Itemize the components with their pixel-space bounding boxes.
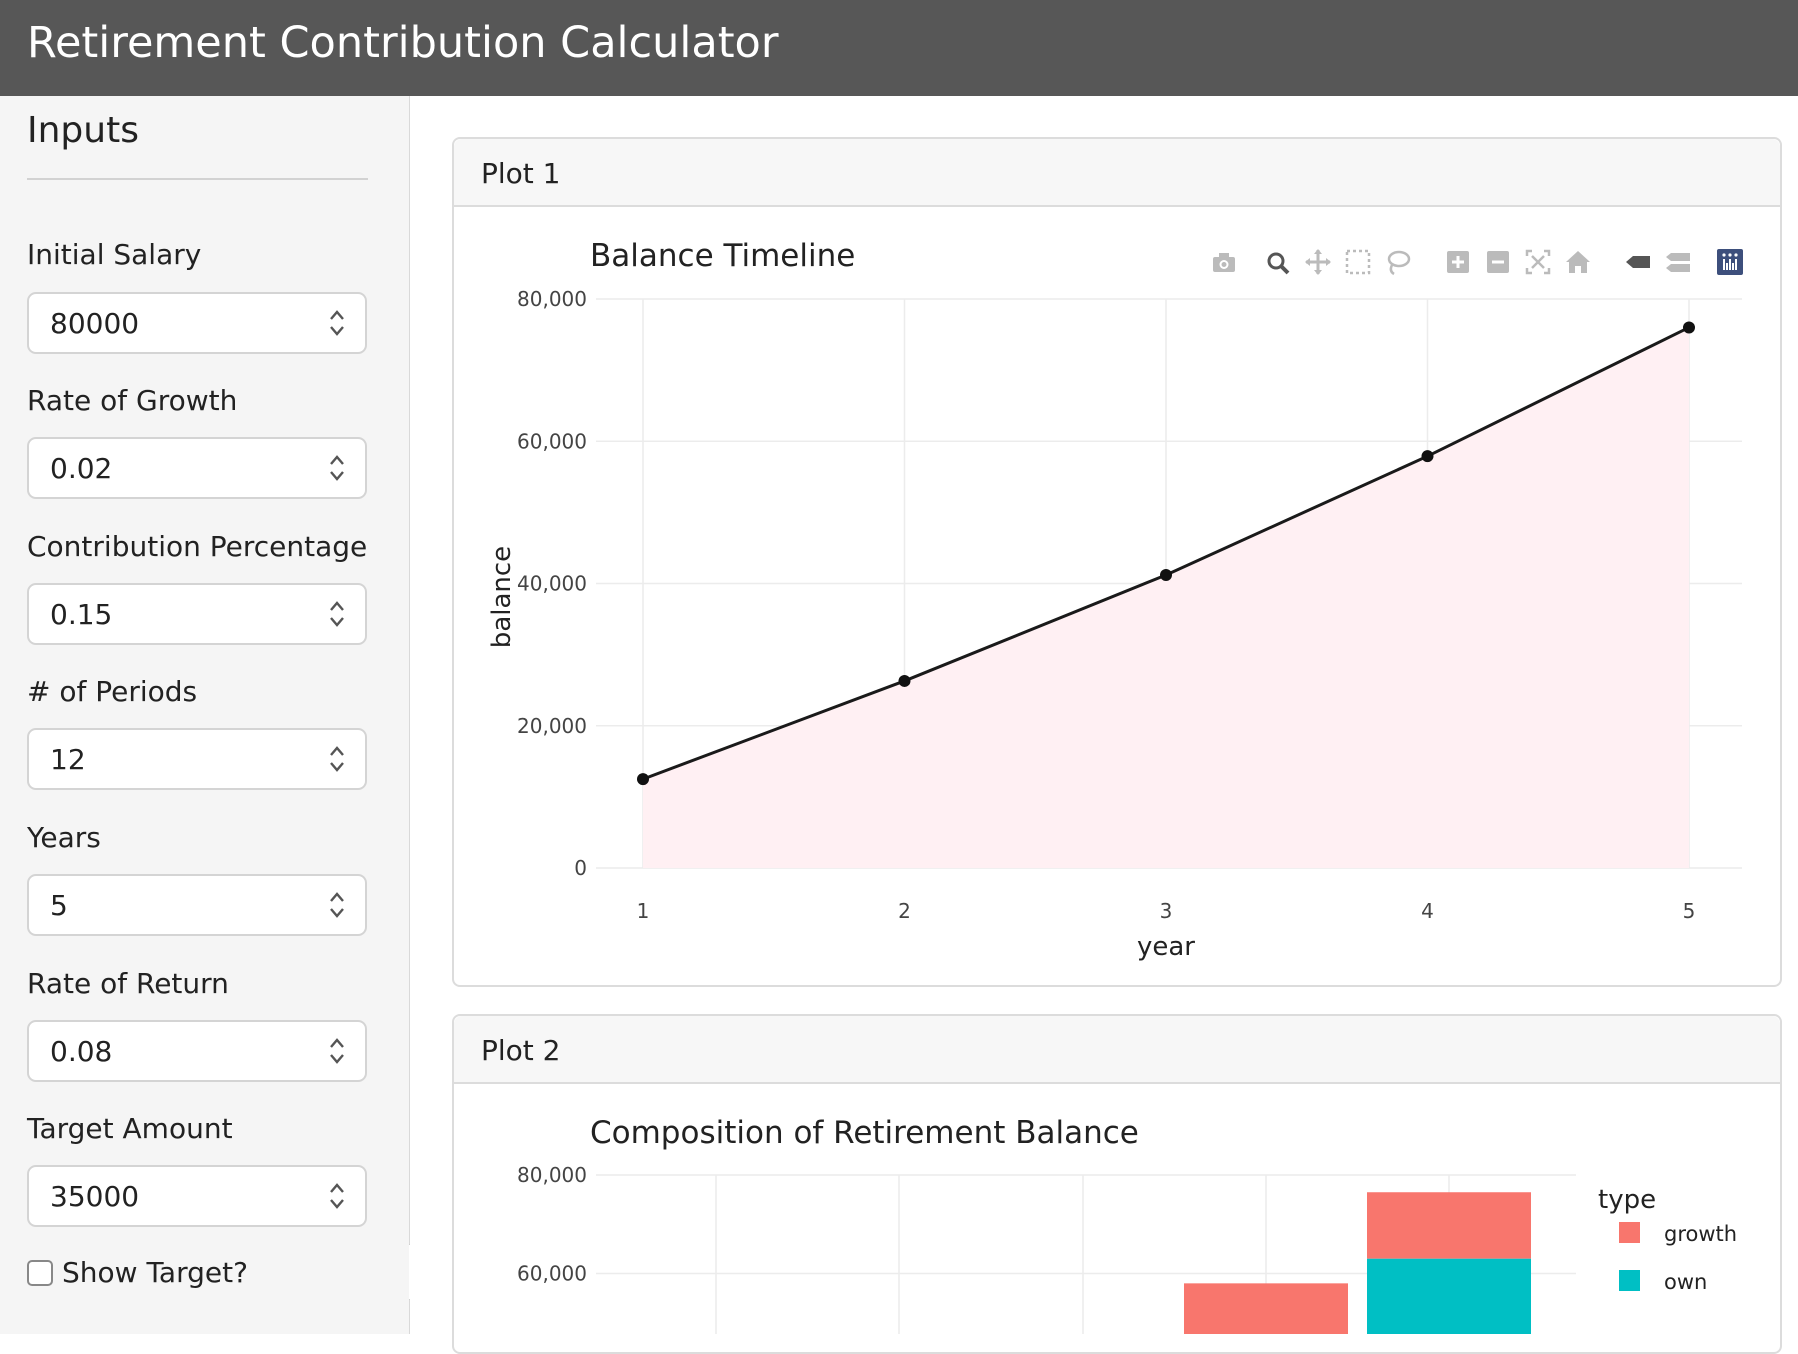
legend-label: growth <box>1664 1222 1737 1246</box>
y-tick-label: 60,000 <box>517 1262 587 1286</box>
composition-chart: 60,000 80,000 type growth own <box>517 1163 1737 1334</box>
y-tick-label: 80,000 <box>517 1163 587 1187</box>
bar-own <box>1367 1258 1531 1334</box>
legend-swatch <box>1619 1270 1640 1291</box>
legend-title: type <box>1598 1185 1656 1215</box>
chart-2-y-ticks: 60,000 80,000 <box>517 1163 587 1286</box>
legend-label: own <box>1664 1270 1707 1294</box>
bar-growth <box>1367 1192 1531 1259</box>
chart-2-bars <box>1184 1192 1531 1334</box>
chart-2-legend: growth own <box>1619 1222 1737 1294</box>
legend-swatch <box>1619 1222 1640 1243</box>
bar-growth <box>1184 1283 1348 1334</box>
